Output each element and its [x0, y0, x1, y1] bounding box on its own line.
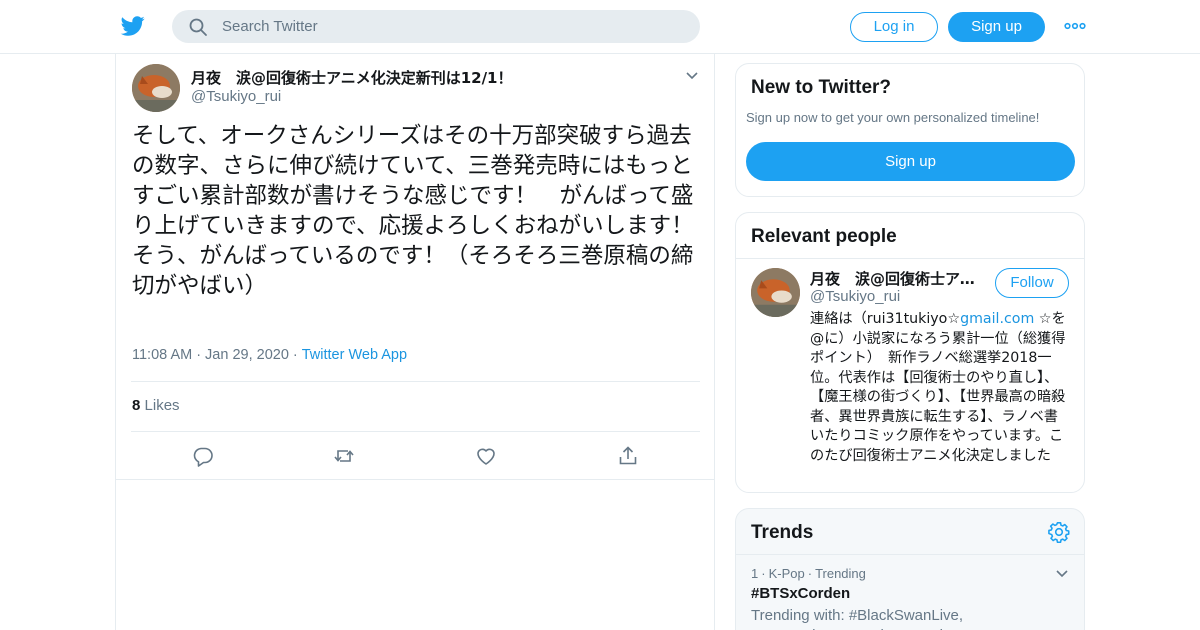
- relevant-people-card: Relevant people 月夜 涙@回復術士アニメ化決定新刊は12/1！ …: [735, 212, 1085, 493]
- trends-card: Trends 1 · K-Pop · Trending #BTSxCorden Tren…: [735, 508, 1085, 630]
- search-input[interactable]: [222, 10, 682, 43]
- new-to-twitter-card: New to Twitter? Sign up now to get your …: [735, 63, 1085, 197]
- tweet-source-link[interactable]: Twitter Web App: [302, 347, 407, 363]
- tweet-date[interactable]: Jan 29, 2020: [205, 347, 289, 363]
- share-icon[interactable]: [617, 445, 639, 467]
- tweet-author-name[interactable]: 月夜 涙@回復術士アニメ化決定新刊は12/1！: [191, 67, 513, 88]
- trend-name[interactable]: #BTSxCorden: [751, 585, 850, 602]
- tweet-author-handle[interactable]: @Tsukiyo_rui: [191, 88, 281, 105]
- bio-text: ☆を@に）小説家になろう累計一位（総獲得ポイント） 新作ラノベ総選挙2018一位…: [810, 311, 1066, 464]
- avatar[interactable]: [751, 268, 800, 317]
- more-dots-icon[interactable]: [1064, 19, 1086, 33]
- avatar[interactable]: [132, 64, 180, 112]
- retweet-icon[interactable]: [333, 445, 355, 467]
- trend-meta: 1 · K-Pop · Trending: [751, 566, 866, 581]
- chevron-down-icon[interactable]: [684, 68, 700, 84]
- person-name[interactable]: 月夜 涙@回復術士アニメ化決定新刊は12/1！: [810, 268, 982, 289]
- trend-rank: 1: [751, 566, 759, 581]
- twitter-bird-icon[interactable]: [120, 14, 146, 38]
- follow-button[interactable]: Follow: [995, 268, 1069, 298]
- like-icon[interactable]: [475, 445, 497, 467]
- divider: [131, 381, 700, 382]
- person-handle[interactable]: @Tsukiyo_rui: [810, 288, 900, 305]
- tweet-timestamp: 11:08 AM · Jan 29, 2020 · Twitter Web App: [132, 347, 408, 363]
- divider: [131, 431, 700, 432]
- relevant-people-title: Relevant people: [751, 226, 897, 247]
- search-icon: [189, 18, 207, 36]
- top-navigation-bar: Log in Sign up: [0, 0, 1200, 54]
- likes-count[interactable]: 8 Likes: [132, 397, 180, 414]
- tweet-column: 月夜 涙@回復術士アニメ化決定新刊は12/1！ @Tsukiyo_rui そして…: [115, 54, 715, 630]
- bio-link[interactable]: gmail.com: [960, 311, 1034, 327]
- new-to-twitter-subtitle: Sign up now to get your own personalized…: [746, 110, 1040, 125]
- fox-avatar-image: [132, 64, 180, 112]
- chevron-down-icon[interactable]: [1054, 566, 1070, 582]
- divider: [116, 479, 714, 480]
- divider: [736, 258, 1084, 259]
- gear-icon[interactable]: [1048, 521, 1070, 543]
- trends-title: Trends: [751, 522, 814, 543]
- login-button[interactable]: Log in: [850, 12, 938, 42]
- sidebar-signup-button[interactable]: Sign up: [746, 142, 1075, 181]
- trend-trending-with: Trending with: #BlackSwanLive, #BeYouThe…: [751, 607, 964, 630]
- trend-category: K-Pop: [768, 566, 805, 581]
- fox-avatar-image: [751, 268, 800, 317]
- new-to-twitter-title: New to Twitter?: [751, 77, 892, 98]
- tweet-time[interactable]: 11:08 AM: [132, 347, 192, 363]
- signup-button[interactable]: Sign up: [948, 12, 1045, 42]
- person-bio: 連絡は（rui31tukiyo☆gmail.com ☆を@に）小説家になろう累計…: [810, 310, 1072, 466]
- bio-text: 連絡は（rui31tukiyo☆: [810, 311, 961, 327]
- divider: [736, 554, 1084, 555]
- likes-number: 8: [132, 397, 141, 414]
- trend-status: Trending: [815, 566, 866, 581]
- likes-label: Likes: [144, 397, 180, 414]
- reply-icon[interactable]: [192, 445, 214, 467]
- tweet-text: そして、オークさんシリーズはその十万部突破すら過去の数字、さらに伸び続けていて、…: [132, 123, 694, 299]
